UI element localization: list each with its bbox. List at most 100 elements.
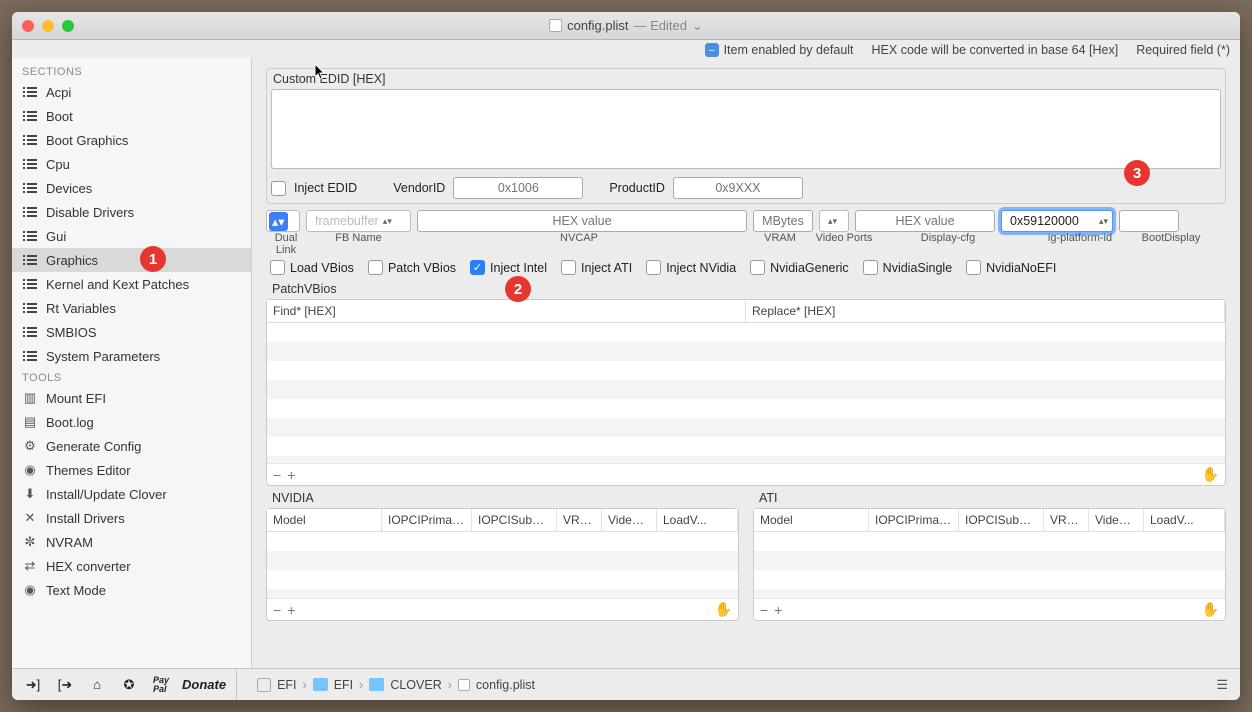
vram-input[interactable] bbox=[753, 210, 813, 232]
fbname-combo[interactable]: framebuffer▴▾ bbox=[306, 210, 411, 232]
custom-edid-textarea[interactable] bbox=[271, 89, 1221, 169]
patchvbios-table: Find* [HEX] Replace* [HEX] − + ✋ bbox=[266, 299, 1226, 486]
crumb-efi[interactable]: EFI bbox=[334, 678, 353, 692]
sidebar-item-boot[interactable]: Boot bbox=[12, 104, 251, 128]
fullscreen-icon[interactable] bbox=[62, 20, 74, 32]
sidebar-item-mount-efi[interactable]: ▥Mount EFI bbox=[12, 386, 251, 410]
drive-icon: ▥ bbox=[22, 390, 38, 406]
grab-icon[interactable]: ✋ bbox=[1202, 466, 1219, 483]
badge-2: 2 bbox=[505, 276, 531, 302]
list-icon bbox=[22, 348, 38, 364]
remove-row-button[interactable]: − bbox=[273, 602, 281, 618]
sidebar-item-install-drivers[interactable]: ✕Install Drivers bbox=[12, 506, 251, 530]
sidebar-item-acpi[interactable]: Acpi bbox=[12, 80, 251, 104]
close-icon[interactable] bbox=[22, 20, 34, 32]
sidebar-item-text-mode[interactable]: ◉Text Mode bbox=[12, 578, 251, 602]
badge-3: 3 bbox=[1124, 160, 1150, 186]
menu-icon[interactable]: ☰ bbox=[1216, 677, 1240, 693]
home-icon[interactable]: ⌂ bbox=[86, 674, 108, 696]
sidebar-item-boot-log[interactable]: ▤Boot.log bbox=[12, 410, 251, 434]
bootdisplay-input[interactable] bbox=[1119, 210, 1179, 232]
patchvbios-label: PatchVBios bbox=[266, 279, 1226, 299]
nvidia-body[interactable] bbox=[267, 532, 738, 598]
sidebar-item-disable-drivers[interactable]: Disable Drivers bbox=[12, 200, 251, 224]
minimize-icon[interactable] bbox=[42, 20, 54, 32]
sidebar-item-gui[interactable]: Gui bbox=[12, 224, 251, 248]
paypal-icon[interactable]: Pay Pal bbox=[150, 674, 172, 696]
videoports-select[interactable]: ▴▾ bbox=[819, 210, 849, 232]
sidebar: SECTIONS Acpi Boot Boot Graphics Cpu Dev… bbox=[12, 58, 252, 668]
add-row-button[interactable]: + bbox=[774, 602, 782, 618]
nvidia-single-option[interactable]: NvidiaSingle bbox=[863, 260, 952, 275]
drive-icon bbox=[257, 678, 271, 692]
crumb-clover[interactable]: CLOVER bbox=[390, 678, 441, 692]
share-icon[interactable]: ✪ bbox=[118, 674, 140, 696]
inject-edid-checkbox[interactable] bbox=[271, 181, 286, 196]
sidebar-item-smbios[interactable]: SMBIOS bbox=[12, 320, 251, 344]
import-icon[interactable]: ➜] bbox=[22, 674, 44, 696]
th-replace[interactable]: Replace* [HEX] bbox=[746, 300, 1225, 322]
folder-icon bbox=[369, 678, 384, 691]
sidebar-item-hex-converter[interactable]: ⇄HEX converter bbox=[12, 554, 251, 578]
patch-vbios-option[interactable]: Patch VBios bbox=[368, 260, 456, 275]
sidebar-item-cpu[interactable]: Cpu bbox=[12, 152, 251, 176]
list-icon bbox=[22, 300, 38, 316]
sidebar-item-kernel-kext[interactable]: Kernel and Kext Patches bbox=[12, 272, 251, 296]
export-icon[interactable]: [➜ bbox=[54, 674, 76, 696]
sidebar-item-themes-editor[interactable]: ◉Themes Editor bbox=[12, 458, 251, 482]
cursor-icon bbox=[315, 64, 327, 80]
list-icon bbox=[22, 324, 38, 340]
th-find[interactable]: Find* [HEX] bbox=[267, 300, 746, 322]
remove-row-button[interactable]: − bbox=[273, 467, 281, 483]
igplatform-combo[interactable]: 0x59120000▴▾ bbox=[1001, 210, 1113, 232]
sidebar-item-generate-config[interactable]: ⚙Generate Config bbox=[12, 434, 251, 458]
add-row-button[interactable]: + bbox=[287, 467, 295, 483]
sidebar-item-nvram[interactable]: ✼NVRAM bbox=[12, 530, 251, 554]
dual-link-select[interactable]: ▴▾ bbox=[266, 210, 300, 232]
inject-ati-option[interactable]: Inject ATI bbox=[561, 260, 632, 275]
sidebar-item-install-clover[interactable]: ⬇Install/Update Clover bbox=[12, 482, 251, 506]
sidebar-item-system-parameters[interactable]: System Parameters bbox=[12, 344, 251, 368]
chevron-down-icon[interactable]: ⌄ bbox=[692, 18, 703, 34]
displaycfg-input[interactable] bbox=[855, 210, 995, 232]
productid-label: ProductID bbox=[609, 181, 665, 195]
productid-input[interactable] bbox=[673, 177, 803, 199]
nvcap-input[interactable] bbox=[417, 210, 747, 232]
sidebar-item-graphics[interactable]: Graphics 1 bbox=[12, 248, 251, 272]
nvidia-generic-option[interactable]: NvidiaGeneric bbox=[750, 260, 849, 275]
eye-icon: ◉ bbox=[22, 582, 38, 598]
add-row-button[interactable]: + bbox=[287, 602, 295, 618]
list-icon bbox=[22, 84, 38, 100]
grab-icon[interactable]: ✋ bbox=[1202, 601, 1219, 618]
sidebar-item-boot-graphics[interactable]: Boot Graphics bbox=[12, 128, 251, 152]
app-window: config.plist — Edited ⌄ – Item enabled b… bbox=[12, 12, 1240, 700]
vendorid-input[interactable] bbox=[453, 177, 583, 199]
ati-body[interactable] bbox=[754, 532, 1225, 598]
patchvbios-body[interactable] bbox=[267, 323, 1225, 463]
badge-1: 1 bbox=[140, 246, 166, 272]
folder-icon bbox=[313, 678, 328, 691]
main-panel: Custom EDID [HEX] Inject EDID VendorID P… bbox=[252, 58, 1240, 668]
grab-icon[interactable]: ✋ bbox=[715, 601, 732, 618]
nvidia-noefi-option[interactable]: NvidiaNoEFI bbox=[966, 260, 1056, 275]
window-title: config.plist — Edited ⌄ bbox=[549, 18, 703, 34]
sidebar-item-rt-variables[interactable]: Rt Variables bbox=[12, 296, 251, 320]
inject-nvidia-option[interactable]: Inject NVidia bbox=[646, 260, 736, 275]
titlebar[interactable]: config.plist — Edited ⌄ bbox=[12, 12, 1240, 40]
list-icon bbox=[22, 228, 38, 244]
file-icon bbox=[458, 679, 470, 691]
patchvbios-header: Find* [HEX] Replace* [HEX] bbox=[267, 300, 1225, 323]
load-vbios-option[interactable]: Load VBios bbox=[270, 260, 354, 275]
title-status: — Edited bbox=[634, 18, 687, 33]
inject-intel-option[interactable]: ✓Inject Intel bbox=[470, 260, 547, 275]
log-icon: ▤ bbox=[22, 414, 38, 430]
sidebar-item-devices[interactable]: Devices bbox=[12, 176, 251, 200]
remove-row-button[interactable]: − bbox=[760, 602, 768, 618]
ati-table: Model IOPCIPrimarv... IOPCISubD... VRAM … bbox=[753, 508, 1226, 621]
crumb-config[interactable]: config.plist bbox=[476, 678, 535, 692]
hint-required: Required field (*) bbox=[1136, 43, 1230, 57]
crumb-efi-drive[interactable]: EFI bbox=[277, 678, 296, 692]
bottom-toolbar: ➜] [➜ ⌂ ✪ Pay Pal Donate EFI › EFI › CLO… bbox=[12, 668, 1240, 700]
wrench-icon: ✕ bbox=[22, 510, 38, 526]
donate-button[interactable]: Donate bbox=[182, 674, 226, 696]
